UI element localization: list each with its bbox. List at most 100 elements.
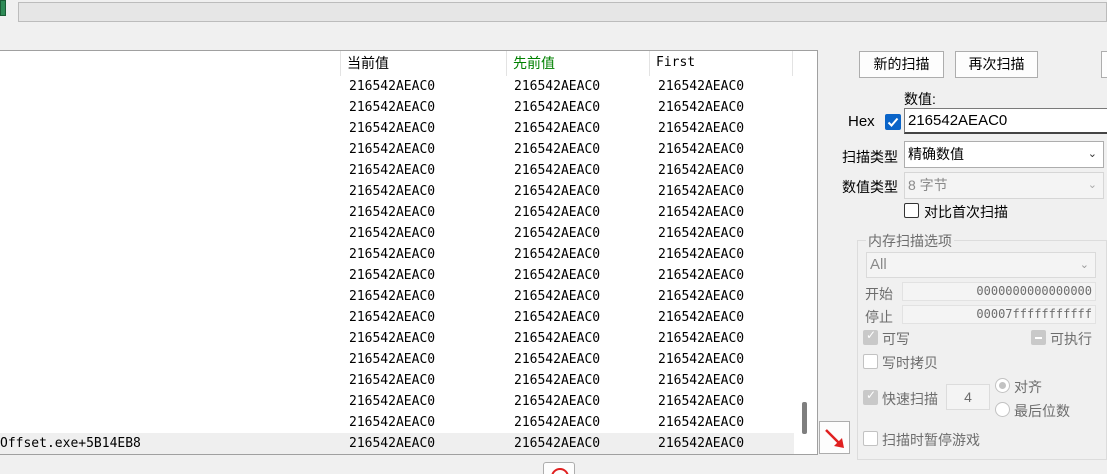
cell-current: 216542AEAC0: [349, 436, 436, 451]
table-row[interactable]: 216542AEAC0 216542AEAC0 216542AEAC0: [0, 307, 794, 328]
column-address[interactable]: [0, 51, 341, 76]
cell-previous: 216542AEAC0: [514, 331, 601, 346]
cell-current: 216542AEAC0: [349, 415, 436, 430]
results-header: 当前值 先前值 First: [0, 51, 800, 76]
copy-on-write-checkbox[interactable]: [863, 354, 878, 369]
cell-address: Offset.exe+5B14EB8: [0, 436, 141, 451]
cell-previous: 216542AEAC0: [514, 352, 601, 367]
save-icon[interactable]: [0, 0, 6, 16]
next-scan-button[interactable]: 再次扫描: [955, 51, 1038, 78]
cell-current: 216542AEAC0: [349, 247, 436, 262]
scan-type-value: 精确数值: [908, 146, 964, 162]
hex-label: Hex: [848, 113, 875, 130]
memory-region-select[interactable]: All ⌄: [866, 252, 1096, 278]
cell-previous: 216542AEAC0: [514, 205, 601, 220]
cell-current: 216542AEAC0: [349, 184, 436, 199]
pause-game-label: 扫描时暂停游戏: [882, 432, 980, 448]
cell-previous: 216542AEAC0: [514, 142, 601, 157]
table-row[interactable]: 216542AEAC0 216542AEAC0 216542AEAC0: [0, 391, 794, 412]
cell-previous: 216542AEAC0: [514, 268, 601, 283]
cell-current: 216542AEAC0: [349, 226, 436, 241]
table-row[interactable]: 216542AEAC0 216542AEAC0 216542AEAC0: [0, 223, 794, 244]
table-row[interactable]: 216542AEAC0 216542AEAC0 216542AEAC0: [0, 370, 794, 391]
cell-first: 216542AEAC0: [658, 268, 745, 283]
undo-scan-button[interactable]: [1101, 51, 1107, 78]
table-row[interactable]: Offset.exe+5B14EB8 216542AEAC0 216542AEAC0…: [0, 433, 794, 454]
value-label: 数值:: [904, 91, 936, 107]
column-first[interactable]: First: [650, 51, 793, 76]
executable-checkbox[interactable]: [1031, 330, 1046, 345]
scan-type-select[interactable]: 精确数值 ⌄: [904, 141, 1104, 168]
cell-first: 216542AEAC0: [658, 79, 745, 94]
cell-current: 216542AEAC0: [349, 310, 436, 325]
memory-region-value: All: [870, 256, 887, 273]
results-scrollbar[interactable]: [794, 51, 816, 454]
cell-current: 216542AEAC0: [349, 268, 436, 283]
table-row[interactable]: 216542AEAC0 216542AEAC0 216542AEAC0: [0, 244, 794, 265]
check-icon: [887, 117, 899, 127]
table-row[interactable]: 216542AEAC0 216542AEAC0 216542AEAC0: [0, 139, 794, 160]
table-row[interactable]: 216542AEAC0 216542AEAC0 216542AEAC0: [0, 286, 794, 307]
fast-scan-label: 快速扫描: [882, 391, 938, 407]
column-previous[interactable]: 先前值: [507, 51, 650, 76]
scrollbar-thumb[interactable]: [802, 402, 807, 434]
cell-first: 216542AEAC0: [658, 163, 745, 178]
table-row[interactable]: 216542AEAC0 216542AEAC0 216542AEAC0: [0, 97, 794, 118]
add-to-list-button[interactable]: [819, 421, 850, 454]
cell-first: 216542AEAC0: [658, 184, 745, 199]
cell-first: 216542AEAC0: [658, 373, 745, 388]
memory-options-title: 内存扫描选项: [866, 231, 954, 251]
last-digits-label: 最后位数: [1014, 403, 1070, 419]
stop-address-field[interactable]: 00007fffffffffff: [902, 305, 1096, 324]
chevron-down-icon: ⌄: [1087, 148, 1097, 160]
hex-checkbox[interactable]: [885, 114, 901, 130]
pause-game-checkbox[interactable]: [863, 431, 878, 446]
cell-previous: 216542AEAC0: [514, 436, 601, 451]
fast-scan-input[interactable]: 4: [946, 384, 990, 410]
column-current[interactable]: 当前值: [341, 51, 507, 76]
cell-first: 216542AEAC0: [658, 394, 745, 409]
cell-first: 216542AEAC0: [658, 247, 745, 262]
value-type-label: 数值类型: [842, 179, 898, 195]
fast-scan-checkbox[interactable]: [863, 388, 878, 405]
table-row[interactable]: 216542AEAC0 216542AEAC0 216542AEAC0: [0, 328, 794, 349]
results-list[interactable]: 当前值 先前值 First 216542AEAC0 216542AEAC0 2165…: [0, 50, 818, 455]
value-type-select[interactable]: 8 字节 ⌄: [904, 172, 1104, 199]
cell-previous: 216542AEAC0: [514, 415, 601, 430]
table-row[interactable]: 216542AEAC0 216542AEAC0 216542AEAC0: [0, 349, 794, 370]
start-address-field[interactable]: 0000000000000000: [902, 282, 1096, 301]
table-row[interactable]: 216542AEAC0 216542AEAC0 216542AEAC0: [0, 202, 794, 223]
table-row[interactable]: 216542AEAC0 216542AEAC0 216542AEAC0: [0, 181, 794, 202]
start-label: 开始: [865, 286, 893, 302]
table-row[interactable]: 216542AEAC0 216542AEAC0 216542AEAC0: [0, 265, 794, 286]
results-rows: 216542AEAC0 216542AEAC0 216542AEAC0 216542A…: [0, 76, 794, 454]
cell-previous: 216542AEAC0: [514, 100, 601, 115]
cell-current: 216542AEAC0: [349, 205, 436, 220]
value-input[interactable]: 216542AEAC0: [904, 108, 1107, 134]
cell-first: 216542AEAC0: [658, 415, 745, 430]
new-scan-button[interactable]: 新的扫描: [859, 51, 944, 78]
red-arrow-icon: [825, 429, 844, 448]
cell-previous: 216542AEAC0: [514, 79, 601, 94]
align-label: 对齐: [1014, 379, 1042, 395]
last-digits-radio[interactable]: [995, 402, 1010, 417]
cell-previous: 216542AEAC0: [514, 373, 601, 388]
cell-previous: 216542AEAC0: [514, 163, 601, 178]
table-row[interactable]: 216542AEAC0 216542AEAC0 216542AEAC0: [0, 118, 794, 139]
cell-first: 216542AEAC0: [658, 205, 745, 220]
cell-first: 216542AEAC0: [658, 100, 745, 115]
table-row[interactable]: 216542AEAC0 216542AEAC0 216542AEAC0: [0, 76, 794, 97]
writable-checkbox[interactable]: [863, 328, 878, 345]
compare-first-label: 对比首次扫描: [924, 204, 1008, 220]
cell-previous: 216542AEAC0: [514, 247, 601, 262]
cell-current: 216542AEAC0: [349, 100, 436, 115]
table-row[interactable]: 216542AEAC0 216542AEAC0 216542AEAC0: [0, 412, 794, 433]
table-row[interactable]: 216542AEAC0 216542AEAC0 216542AEAC0: [0, 160, 794, 181]
cell-current: 216542AEAC0: [349, 79, 436, 94]
cell-first: 216542AEAC0: [658, 289, 745, 304]
stop-icon[interactable]: [543, 462, 575, 474]
align-radio[interactable]: [995, 378, 1010, 393]
cell-current: 216542AEAC0: [349, 163, 436, 178]
writable-label: 可写: [882, 331, 910, 347]
compare-first-checkbox[interactable]: [904, 203, 919, 218]
